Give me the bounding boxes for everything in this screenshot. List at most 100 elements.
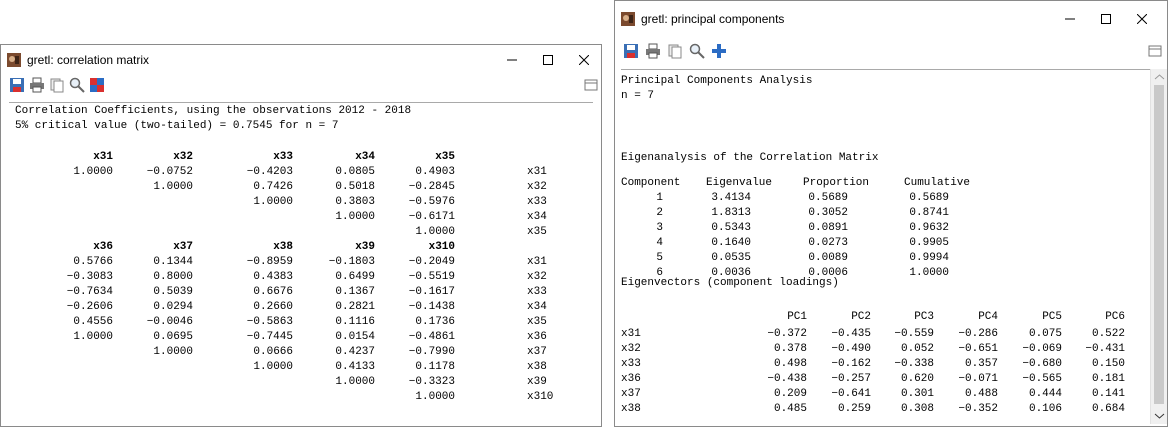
row-label: x33 bbox=[527, 196, 547, 208]
loading-cell: 0.209 bbox=[773, 388, 807, 400]
row-label: x35 bbox=[527, 226, 547, 238]
find-icon[interactable] bbox=[69, 77, 85, 93]
minimize-icon bbox=[1065, 18, 1075, 20]
variable-label: x36 bbox=[621, 373, 641, 385]
eigen-cell: 0.3052 bbox=[808, 207, 848, 219]
variable-label: x32 bbox=[621, 343, 641, 355]
title-bar[interactable]: gretl: principal components bbox=[615, 1, 1167, 37]
maximize-button[interactable] bbox=[1091, 8, 1121, 30]
scroll-up-icon[interactable] bbox=[1154, 73, 1165, 81]
scrollbar-thumb[interactable] bbox=[1154, 85, 1164, 404]
matrix-cell: −0.0046 bbox=[146, 316, 193, 328]
matrix-cell: 1.0000 bbox=[415, 226, 455, 238]
toolbar bbox=[615, 37, 1167, 67]
correlation-text-view[interactable]: Correlation Coefficients, using the obse… bbox=[9, 102, 593, 424]
minimize-button[interactable] bbox=[497, 49, 527, 71]
matrix-cell: 1.0000 bbox=[153, 181, 193, 193]
eigen-cell: 0.9632 bbox=[909, 222, 949, 234]
loading-cell: 0.620 bbox=[900, 373, 934, 385]
row-label: x34 bbox=[527, 301, 547, 313]
pc-header: PC1 bbox=[787, 311, 807, 323]
matrix-cell: 0.2660 bbox=[253, 301, 293, 313]
eigen-cell: 3.4134 bbox=[711, 192, 751, 204]
matrix-cell: −0.5863 bbox=[246, 316, 293, 328]
pca-section-title: Eigenanalysis of the Correlation Matrix bbox=[621, 152, 879, 164]
eigen-cell: 0.0535 bbox=[711, 252, 751, 264]
heatmap-icon[interactable] bbox=[89, 77, 105, 93]
eigen-cell: 0.9905 bbox=[909, 237, 949, 249]
pc-header: PC5 bbox=[1042, 311, 1062, 323]
matrix-cell: 0.2821 bbox=[335, 301, 375, 313]
pca-intro-line-1: Principal Components Analysis bbox=[621, 75, 813, 87]
loading-cell: 0.488 bbox=[964, 388, 998, 400]
close-button[interactable] bbox=[569, 49, 599, 71]
scroll-down-icon[interactable] bbox=[1154, 412, 1165, 420]
matrix-cell: 0.6499 bbox=[335, 271, 375, 283]
header-line-1: Correlation Coefficients, using the obse… bbox=[15, 105, 412, 117]
loading-cell: 0.259 bbox=[837, 403, 871, 415]
vertical-scrollbar[interactable] bbox=[1150, 69, 1167, 424]
loading-cell: −0.651 bbox=[958, 343, 998, 355]
copy-icon[interactable] bbox=[49, 77, 65, 93]
loading-cell: 0.357 bbox=[964, 358, 998, 370]
column-header: x32 bbox=[173, 151, 193, 163]
matrix-cell: −0.8959 bbox=[246, 256, 293, 268]
eigen-header: Cumulative bbox=[904, 177, 971, 189]
copy-icon[interactable] bbox=[667, 43, 683, 59]
matrix-cell: −0.4203 bbox=[246, 166, 293, 178]
matrix-cell: 1.0000 bbox=[253, 361, 293, 373]
loading-cell: −0.338 bbox=[894, 358, 934, 370]
matrix-cell: −0.3083 bbox=[66, 271, 113, 283]
eigen-cell: 0.0273 bbox=[808, 237, 848, 249]
loading-cell: 0.444 bbox=[1028, 388, 1062, 400]
matrix-cell: 1.0000 bbox=[73, 331, 113, 343]
pca-text-view[interactable]: Principal Components Analysis n = 7 Eige… bbox=[621, 69, 1150, 424]
variable-label: x38 bbox=[621, 403, 641, 415]
eigen-cell: 0.1640 bbox=[711, 237, 751, 249]
matrix-cell: 0.0695 bbox=[153, 331, 193, 343]
save-icon[interactable] bbox=[9, 77, 25, 93]
loading-cell: −0.438 bbox=[767, 373, 807, 385]
matrix-cell: 0.0294 bbox=[153, 301, 193, 313]
matrix-cell: 1.0000 bbox=[415, 391, 455, 403]
eigen-cell: 5 bbox=[656, 252, 663, 264]
close-icon bbox=[579, 55, 589, 65]
matrix-cell: −0.1438 bbox=[408, 301, 455, 313]
loading-cell: −0.069 bbox=[1022, 343, 1062, 355]
loading-cell: −0.565 bbox=[1022, 373, 1062, 385]
matrix-cell: 0.1367 bbox=[335, 286, 375, 298]
title-bar[interactable]: gretl: correlation matrix bbox=[1, 45, 601, 74]
loading-cell: −0.286 bbox=[958, 328, 998, 340]
print-icon[interactable] bbox=[645, 43, 661, 59]
column-header: x31 bbox=[93, 151, 113, 163]
eigen-cell: 4 bbox=[656, 237, 663, 249]
window-list-icon[interactable] bbox=[583, 77, 599, 93]
print-icon[interactable] bbox=[29, 77, 45, 93]
add-icon[interactable] bbox=[711, 43, 727, 59]
matrix-cell: −0.0752 bbox=[146, 166, 193, 178]
matrix-cell: 0.0666 bbox=[253, 346, 293, 358]
gretl-app-icon bbox=[621, 12, 635, 26]
loading-cell: 0.106 bbox=[1028, 403, 1062, 415]
eigen-cell: 1 bbox=[656, 192, 663, 204]
window-title: gretl: correlation matrix bbox=[27, 53, 150, 67]
window-list-icon[interactable] bbox=[1147, 43, 1163, 59]
row-label: x33 bbox=[527, 286, 547, 298]
minimize-button[interactable] bbox=[1055, 8, 1085, 30]
loading-cell: 0.308 bbox=[900, 403, 934, 415]
save-icon[interactable] bbox=[623, 43, 639, 59]
matrix-cell: −0.1617 bbox=[408, 286, 455, 298]
matrix-cell: 0.4903 bbox=[415, 166, 455, 178]
loading-cell: −0.352 bbox=[958, 403, 998, 415]
row-label: x35 bbox=[527, 316, 547, 328]
eigen-cell: 2 bbox=[656, 207, 663, 219]
close-button[interactable] bbox=[1127, 8, 1157, 30]
maximize-button[interactable] bbox=[533, 49, 563, 71]
close-icon bbox=[1137, 14, 1147, 24]
matrix-cell: −0.6171 bbox=[408, 211, 455, 223]
matrix-cell: 0.5018 bbox=[335, 181, 375, 193]
loading-cell: −0.071 bbox=[958, 373, 998, 385]
column-header: x37 bbox=[173, 241, 193, 253]
column-header: x35 bbox=[435, 151, 455, 163]
find-icon[interactable] bbox=[689, 43, 705, 59]
